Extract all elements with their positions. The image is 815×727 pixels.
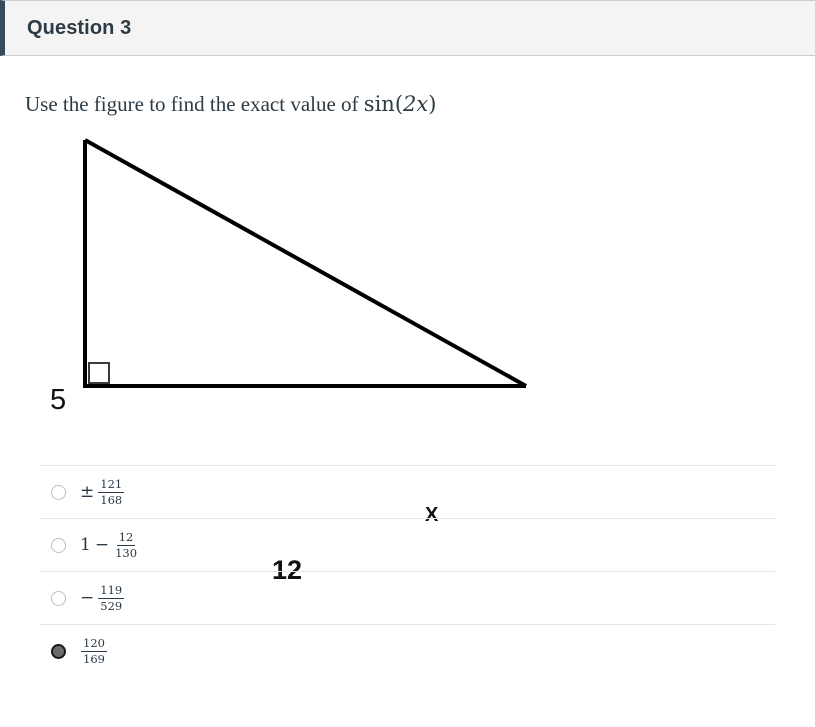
answer-a-fraction: 121 168 [98, 477, 125, 507]
answer-option-c-label: − 119 529 [80, 583, 125, 613]
answer-option-d[interactable]: 120 169 [40, 624, 775, 677]
answer-b-leading: 1 [80, 535, 91, 555]
answer-option-c[interactable]: − 119 529 [40, 571, 775, 624]
answer-option-b-label: 1 − 12 130 [80, 531, 140, 558]
question-math-expression: sin(2x) [364, 92, 437, 116]
answer-b-fraction: 12 130 [113, 531, 139, 558]
answer-b-denominator: 130 [115, 545, 138, 560]
question-prompt: Use the figure to find the exact value o… [20, 56, 795, 117]
answer-option-a[interactable]: ± 121 168 [40, 465, 775, 518]
radio-button-a[interactable] [51, 484, 66, 500]
answer-a-numerator: 121 [98, 477, 125, 493]
answer-d-numerator: 120 [81, 636, 107, 652]
radio-button-c[interactable] [51, 590, 66, 606]
triangle-figure: 5 12 X [20, 127, 580, 584]
answer-a-denominator: 168 [100, 492, 123, 507]
answer-c-fraction: 119 529 [98, 583, 125, 613]
answer-a-operator: ± [80, 482, 95, 502]
page-title: Question 3 [27, 16, 132, 39]
answer-d-fraction: 120 169 [81, 636, 107, 666]
answer-option-a-label: ± 121 168 [80, 477, 125, 507]
question-prompt-text: Use the figure to find the exact value o… [25, 92, 364, 116]
question-body: Use the figure to find the exact value o… [0, 56, 815, 677]
math-function-name: sin [363, 92, 395, 116]
triangle-vertical-leg-label: 5 [50, 384, 67, 416]
answer-b-numerator: 12 [116, 530, 136, 546]
answer-b-operator: − [94, 535, 110, 555]
answer-c-operator: − [80, 588, 95, 608]
answer-options-list: ± 121 168 1 − 12 130 − 119 529 120 169 [20, 465, 795, 677]
math-close-paren: ) [428, 92, 437, 116]
right-angle-marker-icon [88, 362, 110, 384]
triangle-svg [83, 138, 527, 388]
answer-d-denominator: 169 [83, 651, 105, 666]
radio-button-b[interactable] [51, 537, 66, 553]
answer-c-denominator: 529 [100, 598, 123, 613]
math-open-paren: ( [394, 92, 404, 116]
answer-c-numerator: 119 [98, 583, 125, 599]
question-header: Question 3 [0, 0, 815, 56]
radio-button-d[interactable] [51, 643, 66, 659]
answer-option-d-label: 120 169 [80, 636, 108, 666]
math-variable: x [416, 92, 429, 116]
answer-option-b[interactable]: 1 − 12 130 [40, 518, 775, 571]
triangle-hypotenuse [84, 138, 527, 388]
math-coefficient: 2 [403, 92, 417, 116]
